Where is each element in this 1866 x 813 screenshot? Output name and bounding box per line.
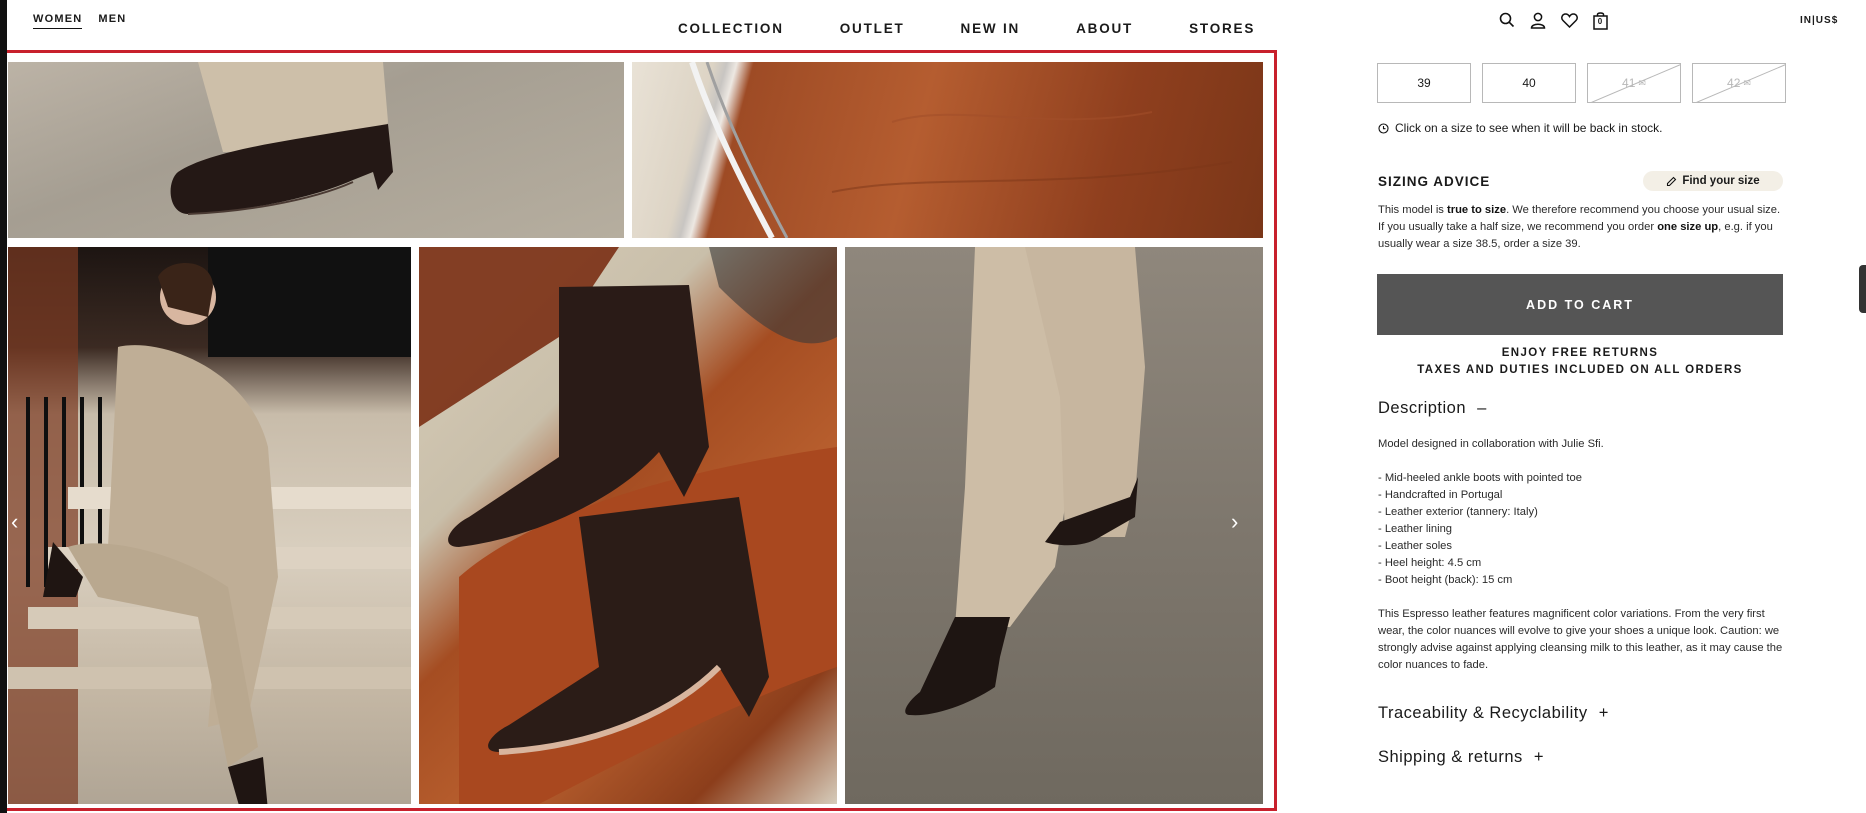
size-option-39[interactable]: 39 <box>1377 63 1471 103</box>
main-nav: COLLECTION OUTLET NEW IN ABOUT STORES <box>678 21 1255 36</box>
shipping-title: Shipping & returns <box>1378 748 1523 766</box>
expand-toggle: + <box>1598 704 1609 722</box>
description-accordion-header[interactable]: Description – <box>1378 399 1487 418</box>
locale-currency[interactable]: IN|US$ <box>1800 15 1838 26</box>
description-intro: Model designed in collaboration with Jul… <box>1378 438 1604 450</box>
find-your-size-button[interactable]: Find your size <box>1643 171 1783 191</box>
returns-info: ENJOY FREE RETURNS TAXES AND DUTIES INCL… <box>1377 345 1783 379</box>
stock-note: Click on a size to see when it will be b… <box>1378 121 1662 135</box>
nav-collection[interactable]: COLLECTION <box>678 21 784 36</box>
nav-stores[interactable]: STORES <box>1189 21 1255 36</box>
feature-item: - Handcrafted in Portugal <box>1378 489 1503 501</box>
gallery-photo-model-seated-on-steps[interactable] <box>8 247 411 804</box>
size-option-42-unavailable[interactable]: 42 ✉ <box>1692 63 1786 103</box>
sizing-advice-title: SIZING ADVICE <box>1378 174 1491 189</box>
size-option-41-unavailable[interactable]: 41 ✉ <box>1587 63 1681 103</box>
description-title: Description <box>1378 399 1467 417</box>
gallery-prev-arrow[interactable]: ‹ <box>11 511 18 533</box>
product-gallery: ‹ › <box>7 50 1277 811</box>
size-label: 41 <box>1622 76 1636 90</box>
cart-count: 0 <box>1597 17 1603 26</box>
sizing-advice-text: This model is true to size. We therefore… <box>1378 204 1781 250</box>
left-edge-strip <box>0 0 7 813</box>
feature-item: - Leather exterior (tannery: Italy) <box>1378 506 1538 518</box>
feature-item: - Leather soles <box>1378 540 1453 552</box>
description-body: Model designed in collaboration with Jul… <box>1378 436 1786 674</box>
collapse-toggle: – <box>1477 399 1487 417</box>
feature-item: - Mid-heeled ankle boots with pointed to… <box>1378 472 1582 484</box>
account-icon[interactable] <box>1528 10 1548 30</box>
gallery-photo-boot-on-pavement[interactable] <box>8 62 624 238</box>
feature-item: - Boot height (back): 15 cm <box>1378 574 1513 586</box>
side-widget-tab[interactable] <box>1859 265 1866 313</box>
mail-icon: ✉ <box>1638 77 1646 88</box>
nav-new-in[interactable]: NEW IN <box>961 21 1021 36</box>
tab-women[interactable]: WOMEN <box>33 13 83 29</box>
wishlist-heart-icon[interactable] <box>1559 10 1579 30</box>
cart-bag-icon[interactable]: 0 <box>1590 10 1610 30</box>
traceability-accordion-header[interactable]: Traceability & Recyclability + <box>1378 704 1609 723</box>
add-to-cart-button[interactable]: ADD TO CART <box>1377 274 1783 335</box>
taxes-duties-text: TAXES AND DUTIES INCLUDED ON ALL ORDERS <box>1417 364 1743 376</box>
find-your-size-label: Find your size <box>1682 175 1760 187</box>
gallery-photo-leather-chair[interactable] <box>632 62 1263 238</box>
traceability-title: Traceability & Recyclability <box>1378 704 1588 722</box>
gallery-photo-boots-on-chair[interactable] <box>419 247 837 804</box>
tab-men[interactable]: MEN <box>98 13 126 29</box>
stock-note-text: Click on a size to see when it will be b… <box>1395 121 1663 135</box>
gallery-next-arrow[interactable]: › <box>1231 511 1238 533</box>
nav-outlet[interactable]: OUTLET <box>840 21 905 36</box>
care-text: This Espresso leather features magnifice… <box>1378 608 1783 671</box>
header-icons: 0 <box>1497 10 1610 30</box>
clock-icon <box>1378 122 1389 134</box>
search-icon[interactable] <box>1497 10 1517 30</box>
size-selector: 39 40 41 ✉ 42 ✉ <box>1377 63 1786 103</box>
expand-toggle: + <box>1533 748 1544 766</box>
free-returns-text: ENJOY FREE RETURNS <box>1501 347 1659 359</box>
size-label: 42 <box>1727 76 1741 90</box>
size-option-40[interactable]: 40 <box>1482 63 1576 103</box>
feature-item: - Heel height: 4.5 cm <box>1378 557 1482 569</box>
ruler-pencil-icon <box>1667 176 1677 186</box>
mail-icon: ✉ <box>1743 77 1751 88</box>
gender-switch: WOMEN MEN <box>33 13 126 29</box>
shipping-accordion-header[interactable]: Shipping & returns + <box>1378 748 1544 767</box>
gallery-photo-walking-legs[interactable] <box>845 247 1263 804</box>
feature-item: - Leather lining <box>1378 523 1453 535</box>
nav-about[interactable]: ABOUT <box>1076 21 1133 36</box>
